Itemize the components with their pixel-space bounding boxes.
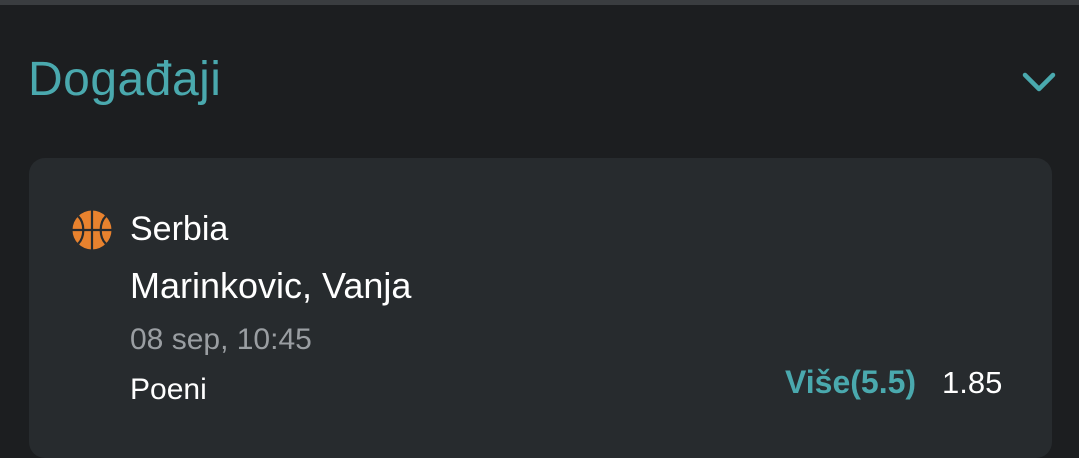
top-divider [0,0,1079,5]
market-name: Poeni [130,373,207,406]
section-title: Događaji [28,53,222,106]
chevron-down-icon [1022,72,1056,92]
selection-odds: 1.85 [942,365,1003,400]
collapse-toggle-button[interactable] [1017,62,1061,102]
event-datetime: 08 sep, 10:45 [130,323,312,356]
player-name: Marinkovic, Vanja [130,265,412,306]
selection-label: Više(5.5) [785,364,917,400]
event-card[interactable]: Serbia Marinkovic, Vanja 08 sep, 10:45 P… [29,158,1052,458]
bet-selection[interactable]: Više(5.5) 1.85 [785,364,1002,401]
event-name: Serbia [130,210,229,248]
events-section-header[interactable]: Događaji [0,38,1079,128]
basketball-icon [72,210,112,250]
